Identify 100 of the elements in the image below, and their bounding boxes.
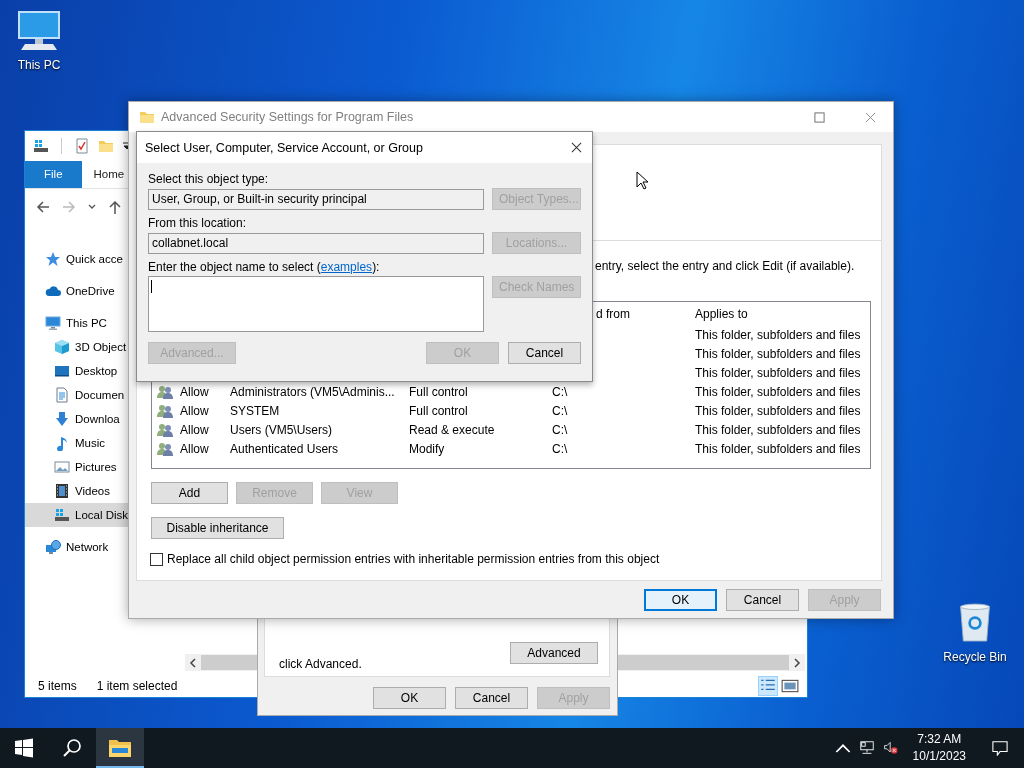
user-group-icon: [156, 402, 174, 419]
table-cell-text: This folder, subfolders and files: [695, 384, 862, 399]
details-view-icon: [759, 677, 777, 695]
nav-item[interactable]: Network: [25, 535, 129, 559]
examples-link[interactable]: examples: [320, 260, 373, 274]
table-cell-text: This folder, subfolders and files: [695, 422, 862, 437]
status-text: 1 item selected: [96, 679, 178, 693]
table-cell-text: C:\: [552, 422, 569, 437]
table-cell: Allow: [180, 422, 209, 437]
back-arrow-icon: [35, 199, 51, 215]
desktop-icon: [54, 363, 70, 379]
close-icon: [865, 111, 876, 123]
download-icon: [54, 411, 70, 427]
text-field[interactable]: User, Group, or Built-in security principal: [148, 188, 484, 210]
search-icon: [62, 738, 82, 758]
nav-item[interactable]: Desktop: [25, 359, 129, 383]
advanced-button[interactable]: Advanced: [510, 642, 598, 664]
drive-icon: [54, 507, 70, 523]
nav-item[interactable]: Downloa: [25, 407, 129, 431]
speaker-muted-icon: [882, 740, 899, 756]
desktop-icon-label[interactable]: Recycle Bin: [943, 650, 1007, 664]
table-cell: Allow: [180, 441, 209, 456]
table-cell-text: C:\: [552, 384, 569, 399]
desktop-icon-label[interactable]: This PC: [17, 58, 61, 72]
nav-item[interactable]: Pictures: [25, 455, 129, 479]
picture-icon: [54, 459, 70, 475]
nav-item[interactable]: Documen: [25, 383, 129, 407]
dialog-button[interactable]: OK: [373, 687, 446, 709]
dialog-button[interactable]: Cancel: [455, 687, 528, 709]
checkbox[interactable]: [150, 552, 163, 566]
maximize-icon: [814, 111, 825, 123]
folder-icon: [139, 109, 155, 125]
folder-icon: [108, 738, 132, 758]
dialog-title: Select User, Computer, Service Account, or Group: [145, 140, 423, 155]
forward-arrow-icon: [61, 199, 77, 215]
star-icon: [45, 251, 61, 267]
table-cell-text: This folder, subfolders and files: [695, 441, 862, 456]
music-note-icon: [54, 435, 70, 451]
nav-item[interactable]: Quick acce: [25, 247, 129, 271]
field-label: Enter the object name to select (examples):: [148, 260, 381, 274]
cube-icon: [54, 339, 70, 355]
instruction-text: entry, select the entry and click Edit (if available).: [595, 259, 855, 275]
table-cell-text: Full control: [409, 384, 469, 399]
table-cell-text: Administrators (VM5\Adminis...: [230, 384, 396, 399]
table-cell-text: Modify: [409, 441, 446, 456]
nav-item[interactable]: OneDrive: [25, 279, 129, 303]
object-name-field[interactable]: [148, 276, 484, 332]
nav-item[interactable]: Local Disk: [25, 503, 129, 527]
checklist-icon: [74, 138, 90, 154]
status-text: 5 items: [38, 679, 77, 693]
table-cell-text: Authenticated Users: [230, 441, 340, 456]
tiles-view-icon: [781, 677, 799, 695]
table-cell-text: Read & execute: [409, 422, 496, 437]
document-icon: [54, 387, 70, 403]
network-icon: [45, 539, 61, 555]
recycle-bin-icon: [957, 602, 993, 644]
speech-bubble-icon: [992, 740, 1008, 756]
table-cell-text: This folder, subfolders and files: [695, 327, 862, 342]
table-cell-text: This folder, subfolders and files: [695, 365, 862, 380]
up-arrow-icon: [107, 199, 123, 215]
user-group-icon: [156, 383, 174, 400]
table-cell-text: C:\: [552, 441, 569, 456]
windows-logo-icon: [14, 738, 34, 758]
nav-item[interactable]: 3D Object: [25, 335, 129, 359]
disable-inheritance-button[interactable]: Disable inheritance: [151, 517, 284, 539]
clock[interactable]: 7:32 AM 10/1/2023: [902, 731, 976, 765]
computer-icon: [45, 315, 61, 331]
computer-icon: [17, 10, 61, 52]
mouse-cursor-icon: [636, 171, 648, 190]
user-group-icon: [156, 421, 174, 438]
cloud-icon: [45, 283, 61, 299]
taskbar-app-button[interactable]: [96, 728, 144, 768]
network-icon: [858, 740, 875, 756]
drive-icon: [33, 138, 49, 154]
user-group-icon: [156, 440, 174, 457]
checkbox-label: Replace all child object permission entries with inheritable permission entries from this object: [167, 552, 660, 566]
film-icon: [54, 483, 70, 499]
table-cell: Allow: [180, 384, 209, 399]
table-cell-text: Users (VM5\Users): [230, 422, 333, 437]
dialog-button[interactable]: Add: [151, 482, 228, 504]
nav-item[interactable]: Videos: [25, 479, 129, 503]
window-title: Advanced Security Settings for Program Files: [161, 110, 414, 124]
table-cell-text: This folder, subfolders and files: [695, 346, 862, 361]
properties-note: click Advanced.: [279, 657, 362, 671]
ribbon-tab[interactable]: File: [25, 161, 82, 188]
field-label: Select this object type:: [148, 172, 270, 186]
text-field[interactable]: collabnet.local: [148, 232, 484, 254]
dialog-button[interactable]: OK: [644, 589, 717, 611]
table-cell-text: SYSTEM: [230, 403, 281, 418]
dialog-button[interactable]: Cancel: [508, 342, 581, 364]
dialog-button[interactable]: Cancel: [726, 589, 799, 611]
close-icon: [570, 142, 582, 153]
nav-item[interactable]: This PC: [25, 311, 129, 335]
table-cell-text: C:\: [552, 403, 569, 418]
folder-icon: [98, 138, 114, 154]
nav-item[interactable]: Music: [25, 431, 129, 455]
table-cell-text: This folder, subfolders and files: [695, 403, 862, 418]
table-cell-text: Full control: [409, 403, 469, 418]
field-label: From this location:: [148, 216, 248, 230]
column-header[interactable]: Applies to: [695, 306, 870, 321]
